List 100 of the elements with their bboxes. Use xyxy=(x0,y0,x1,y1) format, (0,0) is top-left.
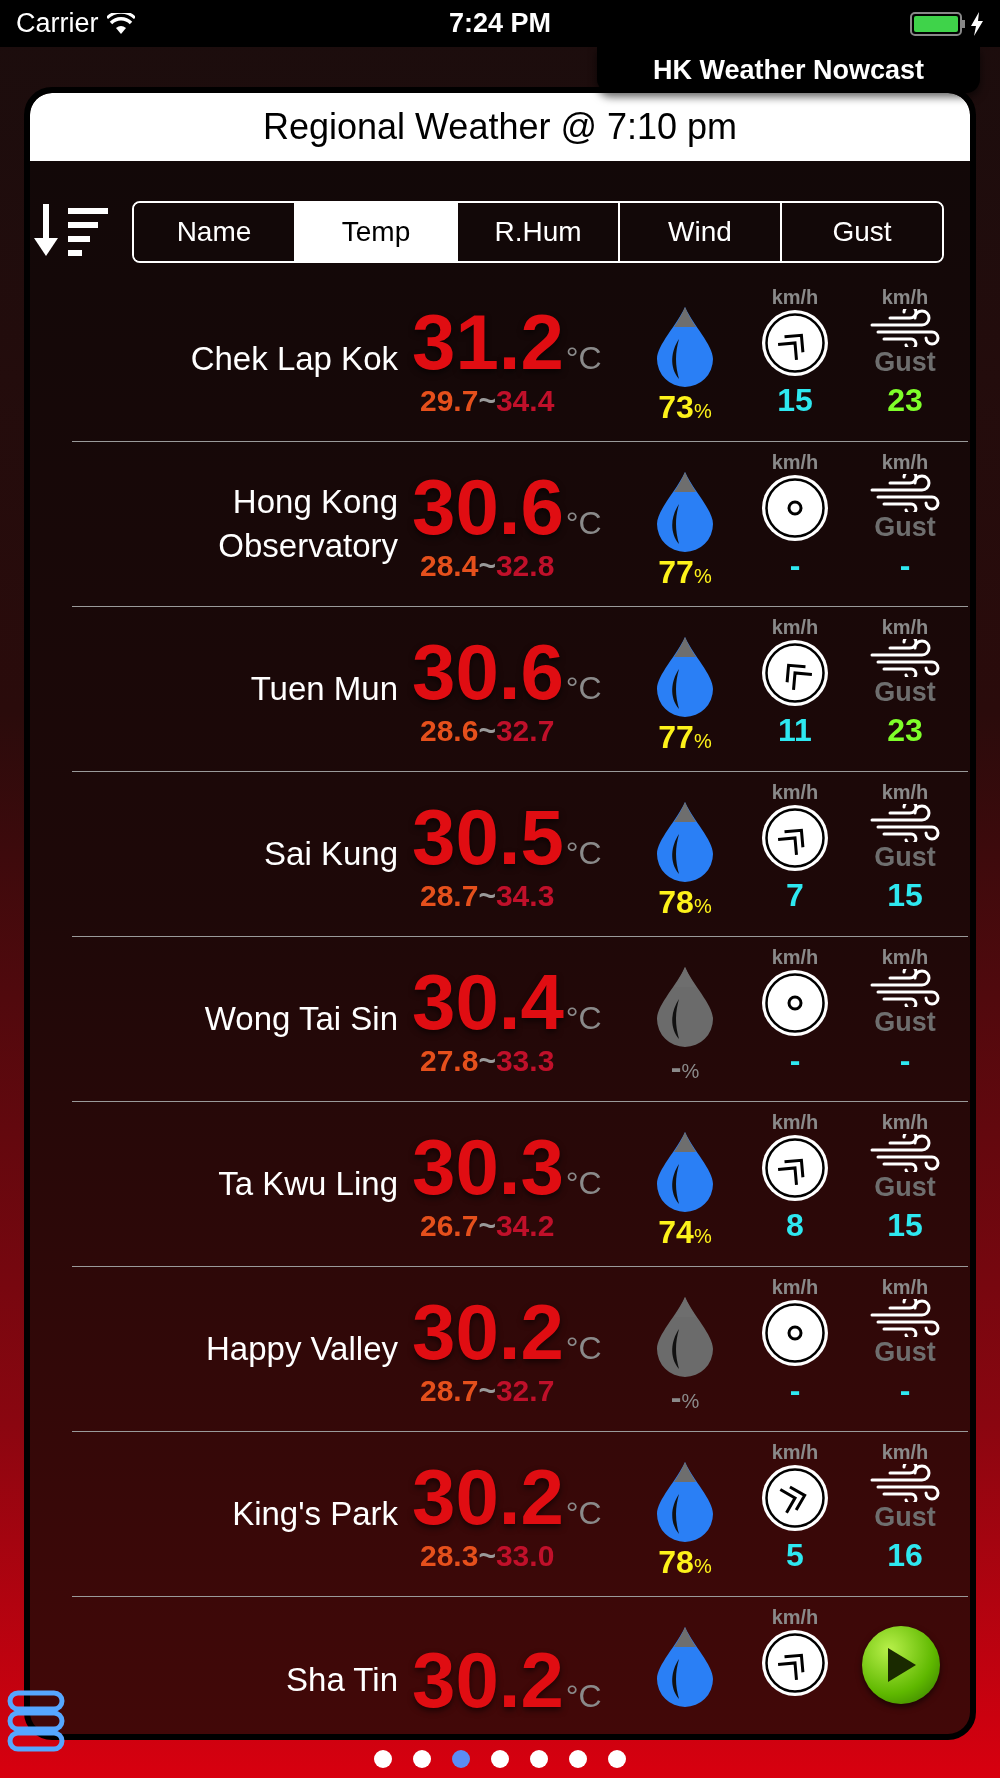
max-temperature: 34.2 xyxy=(495,1209,555,1243)
station-name: Ta Kwu Ling xyxy=(217,1164,398,1204)
gust-unit: km/h xyxy=(881,450,929,474)
percent-unit: % xyxy=(693,730,712,754)
wind-unit: km/h xyxy=(771,780,819,804)
gust-speed: 16 xyxy=(887,1536,923,1574)
temperature-unit: °C xyxy=(565,1676,602,1716)
station-name: Wong Tai Sin xyxy=(203,999,398,1039)
range-separator: ~ xyxy=(478,1374,496,1408)
temperature-value: 30.6 xyxy=(412,630,564,714)
temperature-unit: °C xyxy=(565,1329,602,1368)
humidity-value: - xyxy=(670,1379,682,1415)
gust-unit: km/h xyxy=(881,1275,929,1299)
gust-unit: km/h xyxy=(881,780,929,804)
station-name: Happy Valley xyxy=(205,1329,398,1369)
wind-speed: 15 xyxy=(777,381,813,419)
gust-speed: - xyxy=(899,1041,911,1079)
range-separator: ~ xyxy=(478,1209,496,1243)
percent-unit: % xyxy=(681,1389,700,1414)
wind-speed: 5 xyxy=(786,1536,804,1574)
header-bar: Regional Weather @ 7:10 pm xyxy=(30,93,970,161)
wind-gust-icon xyxy=(870,1134,940,1172)
percent-unit: % xyxy=(681,1059,700,1084)
range-separator: ~ xyxy=(478,879,496,913)
wind-gust-icon xyxy=(870,969,940,1007)
wind-unit: km/h xyxy=(771,1440,819,1464)
temperature-value: 30.4 xyxy=(412,960,564,1044)
temperature-value: 30.2 xyxy=(412,1455,564,1539)
wind-gust-icon xyxy=(870,474,940,512)
min-temperature: 26.7 xyxy=(420,1209,479,1243)
gust-label: Gust xyxy=(874,677,936,707)
station-name: Sha Tin xyxy=(285,1659,398,1700)
temperature-unit: °C xyxy=(565,504,602,543)
range-separator: ~ xyxy=(478,384,496,418)
gust-unit: km/h xyxy=(881,1440,929,1464)
wind-unit: km/h xyxy=(771,615,819,639)
percent-unit: % xyxy=(693,565,712,589)
temperature-unit: °C xyxy=(565,339,602,378)
wind-unit: km/h xyxy=(771,450,819,474)
humidity-value: 74 xyxy=(658,1214,694,1250)
temperature-unit: °C xyxy=(565,669,602,708)
gust-label: Gust xyxy=(874,1172,936,1202)
wind-speed: - xyxy=(789,546,801,584)
gust-speed: - xyxy=(899,546,911,584)
gust-speed: - xyxy=(899,1371,911,1409)
wind-unit: km/h xyxy=(771,945,819,969)
station-name: Hong Kong Observatory xyxy=(217,482,398,566)
temperature-value: 30.6 xyxy=(412,465,564,549)
humidity-value: 73 xyxy=(658,389,694,425)
humidity-value: 77 xyxy=(658,719,694,755)
min-temperature: 28.6 xyxy=(420,714,479,748)
range-separator: ~ xyxy=(478,549,496,583)
wind-gust-icon xyxy=(870,804,940,842)
wifi-icon xyxy=(106,12,135,35)
station-name: King's Park xyxy=(231,1494,398,1534)
status-time: 7:24 PM xyxy=(447,7,552,41)
max-temperature: 32.8 xyxy=(495,549,555,583)
temperature-unit: °C xyxy=(565,1494,602,1533)
wind-gust-icon xyxy=(870,309,940,347)
wind-unit: km/h xyxy=(771,1110,819,1134)
wind-gust-icon xyxy=(870,1299,940,1337)
max-temperature: 34.3 xyxy=(495,879,555,913)
gust-speed: 23 xyxy=(887,381,923,419)
wind-speed: 11 xyxy=(778,711,812,749)
temperature-value: 30.2 xyxy=(412,1637,564,1722)
min-temperature: 28.7 xyxy=(420,1374,479,1408)
min-temperature: 28.3 xyxy=(420,1539,479,1573)
wind-unit: km/h xyxy=(771,1275,819,1299)
sort-tab[interactable]: Temp xyxy=(294,203,456,261)
wind-speed: - xyxy=(789,1371,801,1409)
gust-unit: km/h xyxy=(881,1110,929,1134)
max-temperature: 32.7 xyxy=(495,714,555,748)
menu-icon[interactable] xyxy=(7,1690,65,1752)
percent-unit: % xyxy=(693,400,712,424)
range-separator: ~ xyxy=(478,1539,496,1573)
humidity-value: 78 xyxy=(658,884,694,920)
wind-speed: - xyxy=(789,1041,801,1079)
gust-label: Gust xyxy=(874,512,936,542)
percent-unit: % xyxy=(693,1555,712,1579)
wind-speed: 7 xyxy=(786,876,804,914)
gust-label: Gust xyxy=(874,1502,936,1532)
gust-unit: km/h xyxy=(881,285,929,309)
sort-tab[interactable]: Gust xyxy=(780,203,942,261)
temperature-value: 30.3 xyxy=(412,1125,564,1209)
wind-gust-icon xyxy=(870,639,940,677)
range-separator: ~ xyxy=(478,714,496,748)
max-temperature: 33.3 xyxy=(495,1044,555,1078)
carrier-label: Carrier xyxy=(16,7,99,41)
station-name: Chek Lap Kok xyxy=(189,339,398,379)
wind-gust-icon xyxy=(870,1464,940,1502)
humidity-value: 78 xyxy=(658,1544,694,1580)
gust-unit: km/h xyxy=(881,945,929,969)
humidity-value: 77 xyxy=(658,554,694,590)
percent-unit: % xyxy=(693,1225,712,1249)
wind-unit: km/h xyxy=(771,1605,819,1629)
charging-bolt-icon xyxy=(970,11,984,36)
temperature-unit: °C xyxy=(565,834,602,873)
temperature-unit: °C xyxy=(565,1164,602,1203)
gust-label: Gust xyxy=(874,842,936,872)
max-temperature: 34.4 xyxy=(495,384,555,418)
